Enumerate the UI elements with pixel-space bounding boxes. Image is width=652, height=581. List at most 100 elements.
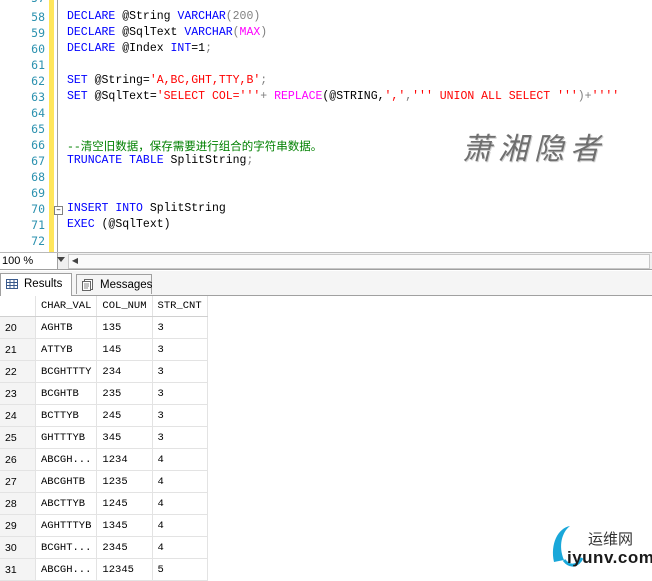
code-text: (200) — [225, 10, 261, 23]
code-line[interactable]: INSERT INTO SplitString — [67, 202, 226, 215]
cell-char-val[interactable]: BCGHTTTY — [35, 360, 98, 383]
tab-results[interactable]: Results — [0, 273, 72, 296]
cell-col-num[interactable]: 245 — [96, 404, 153, 427]
table-row[interactable]: 26 ABCGH... 1234 4 — [0, 448, 208, 471]
cell-str-cnt[interactable]: 4 — [152, 470, 208, 493]
cell-str-cnt[interactable]: 4 — [152, 514, 208, 537]
cell-char-val[interactable]: ATTYB — [35, 338, 98, 361]
line-number: 64 — [31, 106, 45, 120]
tab-messages[interactable]: Messages — [76, 274, 152, 294]
row-number[interactable]: 23 — [0, 382, 36, 405]
row-number-header[interactable] — [0, 296, 36, 317]
cell-char-val[interactable]: GHTTTYB — [35, 426, 98, 449]
code-line[interactable]: DECLARE @SqlText VARCHAR(MAX) — [67, 26, 267, 39]
code-text: (@SqlText) — [94, 218, 171, 231]
table-row[interactable]: 27 ABCGHTB 1235 4 — [0, 470, 208, 493]
cell-str-cnt[interactable]: 5 — [152, 558, 208, 581]
code-line[interactable]: DECLARE @Index INT=1; — [67, 42, 212, 55]
code-line[interactable]: --清空旧数据，保存需要进行组合的字符串数据。 — [67, 138, 322, 154]
table-row[interactable]: 30 BCGHT... 2345 4 — [0, 536, 208, 559]
cell-col-num[interactable]: 1235 — [96, 470, 153, 493]
line-number-gutter: 57 58 59 60 61 62 63 64 65 66 67 68 69 7… — [0, 0, 48, 252]
cell-col-num[interactable]: 12345 — [96, 558, 153, 581]
code-text: ( — [232, 26, 240, 39]
table-row[interactable]: 25 GHTTTYB 345 3 — [0, 426, 208, 449]
row-number[interactable]: 24 — [0, 404, 36, 427]
messages-icon — [82, 279, 93, 291]
code-text: ; — [246, 154, 254, 167]
cell-str-cnt[interactable]: 4 — [152, 448, 208, 471]
code-line[interactable]: TRUNCATE TABLE SplitString; — [67, 154, 253, 167]
row-number[interactable]: 29 — [0, 514, 36, 537]
cell-col-num[interactable]: 345 — [96, 426, 153, 449]
column-header[interactable]: CHAR_VAL — [35, 296, 98, 317]
cell-char-val[interactable]: ABCTTYB — [35, 492, 98, 515]
chevron-down-icon[interactable] — [57, 257, 65, 262]
cell-char-val[interactable]: BCGHTB — [35, 382, 98, 405]
code-text: ; — [205, 42, 212, 55]
line-number: 57 — [0, 0, 45, 5]
code-line[interactable]: SET @String='A,BC,GHT,TTY,B'; — [67, 74, 267, 87]
keyword: SET — [67, 74, 88, 87]
cell-str-cnt[interactable]: 3 — [152, 338, 208, 361]
keyword: VARCHAR — [184, 26, 233, 39]
column-header[interactable]: COL_NUM — [96, 296, 153, 317]
cell-char-val[interactable]: BCTTYB — [35, 404, 98, 427]
table-row[interactable]: 23 BCGHTB 235 3 — [0, 382, 208, 405]
table-row[interactable]: 24 BCTTYB 245 3 — [0, 404, 208, 427]
code-line[interactable]: EXEC (@SqlText) — [67, 218, 171, 231]
cell-char-val[interactable]: BCGHT... — [35, 536, 98, 559]
cell-str-cnt[interactable]: 3 — [152, 316, 208, 339]
cell-str-cnt[interactable]: 3 — [152, 382, 208, 405]
cell-str-cnt[interactable]: 3 — [152, 426, 208, 449]
row-number[interactable]: 27 — [0, 470, 36, 493]
cell-col-num[interactable]: 1234 — [96, 448, 153, 471]
row-number[interactable]: 21 — [0, 338, 36, 361]
cell-char-val[interactable]: AGHTB — [35, 316, 98, 339]
row-number[interactable]: 22 — [0, 360, 36, 383]
line-number: 58 — [31, 10, 45, 24]
collapse-icon[interactable]: − — [54, 206, 63, 215]
code-text: @SqlText= — [87, 90, 157, 103]
row-number[interactable]: 20 — [0, 316, 36, 339]
cell-char-val[interactable]: ABCGH... — [35, 448, 98, 471]
table-row[interactable]: 28 ABCTTYB 1245 4 — [0, 492, 208, 515]
row-number[interactable]: 31 — [0, 558, 36, 581]
cell-str-cnt[interactable]: 4 — [152, 492, 208, 515]
cell-col-num[interactable]: 234 — [96, 360, 153, 383]
table-row[interactable]: 22 BCGHTTTY 234 3 — [0, 360, 208, 383]
string-literal: '''' — [591, 90, 620, 103]
cell-col-num[interactable]: 145 — [96, 338, 153, 361]
scroll-left-icon[interactable]: ◀ — [68, 254, 82, 268]
cell-char-val[interactable]: ABCGHTB — [35, 470, 98, 493]
column-header[interactable]: STR_CNT — [152, 296, 208, 317]
code-text: @Index — [115, 42, 171, 55]
cell-col-num[interactable]: 1345 — [96, 514, 153, 537]
table-row[interactable]: 29 AGHTTTYB 1345 4 — [0, 514, 208, 537]
table-row[interactable]: 21 ATTYB 145 3 — [0, 338, 208, 361]
cell-str-cnt[interactable]: 3 — [152, 404, 208, 427]
cell-char-val[interactable]: ABCGH... — [35, 558, 98, 581]
row-number[interactable]: 30 — [0, 536, 36, 559]
zoom-select[interactable]: 100 % — [0, 253, 58, 269]
cell-col-num[interactable]: 2345 — [96, 536, 153, 559]
grid-icon — [6, 279, 18, 289]
function-name: REPLACE — [274, 90, 323, 103]
cell-col-num[interactable]: 135 — [96, 316, 153, 339]
cell-str-cnt[interactable]: 4 — [152, 536, 208, 559]
code-line[interactable]: DECLARE @String VARCHAR(200) — [67, 10, 260, 23]
table-row[interactable]: 20 AGHTB 135 3 — [0, 316, 208, 339]
cell-col-num[interactable]: 1245 — [96, 492, 153, 515]
sql-editor[interactable]: 57 58 59 60 61 62 63 64 65 66 67 68 69 7… — [0, 0, 652, 253]
scrollbar-track[interactable] — [68, 254, 650, 269]
row-number[interactable]: 28 — [0, 492, 36, 515]
row-number[interactable]: 26 — [0, 448, 36, 471]
code-line[interactable]: SET @SqlText='SELECT COL='''+ REPLACE(@S… — [67, 90, 619, 103]
table-row[interactable]: 31 ABCGH... 12345 5 — [0, 558, 208, 581]
editor-horizontal-scrollbar[interactable]: 100 % ◀ — [0, 253, 652, 270]
row-number[interactable]: 25 — [0, 426, 36, 449]
cell-str-cnt[interactable]: 3 — [152, 360, 208, 383]
cell-char-val[interactable]: AGHTTTYB — [35, 514, 98, 537]
cell-col-num[interactable]: 235 — [96, 382, 153, 405]
line-number: 62 — [31, 74, 45, 88]
